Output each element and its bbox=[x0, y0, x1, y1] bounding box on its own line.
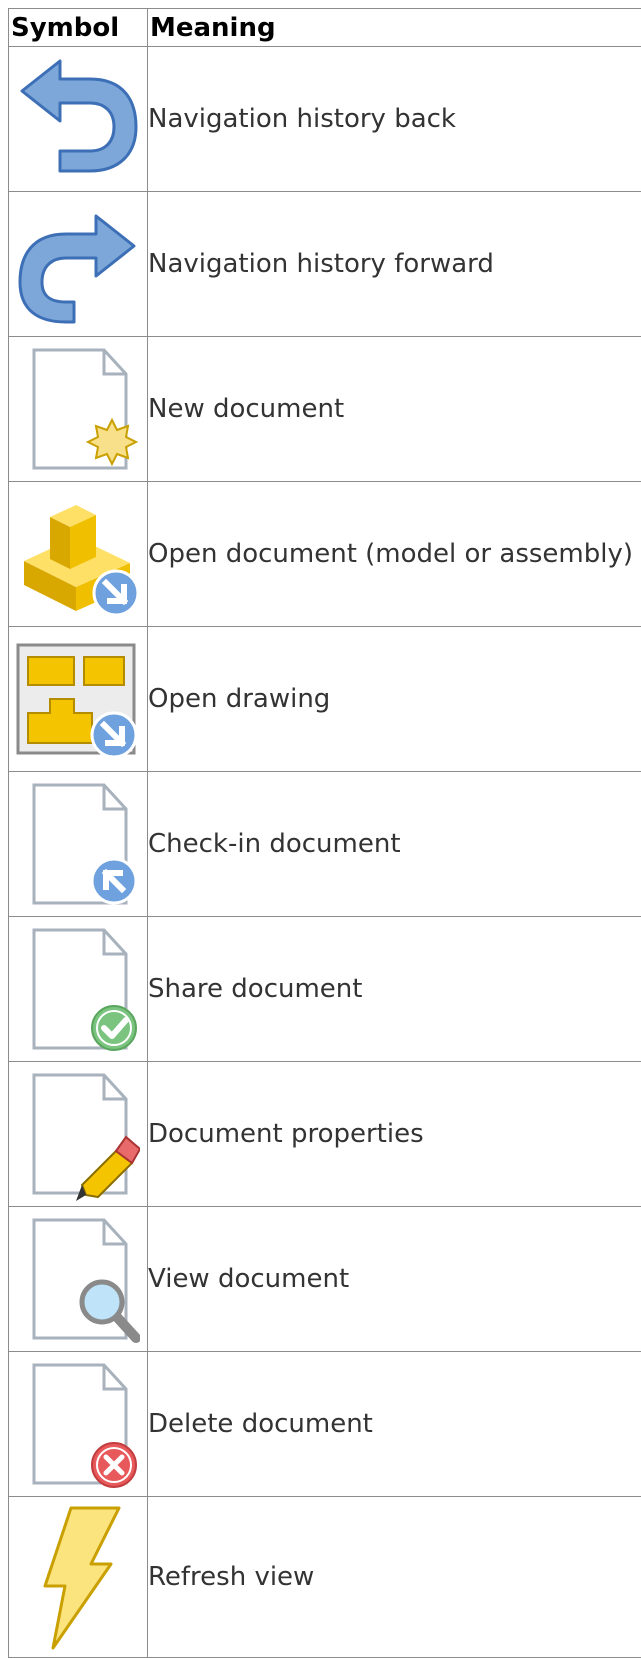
open-model-icon bbox=[14, 487, 142, 621]
check-in-document-icon bbox=[16, 777, 140, 911]
row-meaning: Delete document bbox=[148, 1352, 641, 1497]
navigation-forward-icon bbox=[16, 202, 140, 326]
row-meaning: Share document bbox=[148, 917, 641, 1062]
delete-document-icon bbox=[16, 1357, 140, 1491]
share-document-icon bbox=[16, 922, 140, 1056]
table-row: Check-in document bbox=[9, 772, 641, 917]
table-row: Document properties bbox=[9, 1062, 641, 1207]
header-meaning: Meaning bbox=[148, 9, 641, 47]
header-symbol: Symbol bbox=[9, 9, 148, 47]
table-row: Open document (model or assembly) bbox=[9, 482, 641, 627]
table-row: Refresh view bbox=[9, 1497, 641, 1658]
table-row: Share document bbox=[9, 917, 641, 1062]
table-row: Navigation history back bbox=[9, 47, 641, 192]
document-properties-icon bbox=[16, 1067, 140, 1201]
new-document-icon bbox=[16, 342, 140, 476]
row-meaning: Navigation history forward bbox=[148, 192, 641, 337]
row-meaning: View document bbox=[148, 1207, 641, 1352]
row-meaning: Document properties bbox=[148, 1062, 641, 1207]
row-meaning: Refresh view bbox=[148, 1497, 641, 1658]
table-header-row: Symbol Meaning bbox=[9, 9, 641, 47]
symbol-legend-table: Symbol Meaning Navigation history back N… bbox=[8, 8, 641, 1658]
open-drawing-icon bbox=[14, 637, 142, 761]
row-meaning: Navigation history back bbox=[148, 47, 641, 192]
table-row: Open drawing bbox=[9, 627, 641, 772]
table-row: Navigation history forward bbox=[9, 192, 641, 337]
table-row: New document bbox=[9, 337, 641, 482]
view-document-icon bbox=[16, 1212, 140, 1346]
table-row: Delete document bbox=[9, 1352, 641, 1497]
row-meaning: Open document (model or assembly) bbox=[148, 482, 641, 627]
refresh-view-icon bbox=[23, 1502, 133, 1652]
table-row: View document bbox=[9, 1207, 641, 1352]
row-meaning: Open drawing bbox=[148, 627, 641, 772]
row-meaning: New document bbox=[148, 337, 641, 482]
navigation-back-icon bbox=[16, 57, 140, 181]
row-meaning: Check-in document bbox=[148, 772, 641, 917]
